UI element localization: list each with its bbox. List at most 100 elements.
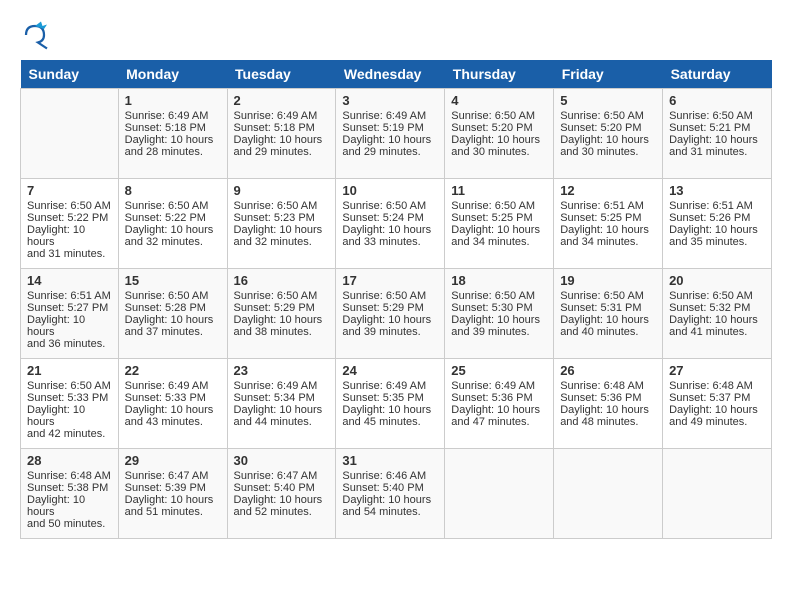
day-number: 17 [342, 273, 438, 288]
day-number: 11 [451, 183, 547, 198]
day-info: Daylight: 10 hours [342, 224, 438, 236]
day-number: 30 [234, 453, 330, 468]
page-header [20, 20, 772, 50]
day-info: Daylight: 10 hours [560, 134, 656, 146]
day-info: and 29 minutes. [234, 146, 330, 158]
day-info: and 29 minutes. [342, 146, 438, 158]
day-info: Sunrise: 6:50 AM [234, 200, 330, 212]
calendar-cell [445, 449, 554, 539]
calendar-cell [21, 89, 119, 179]
calendar-cell: 9Sunrise: 6:50 AMSunset: 5:23 PMDaylight… [227, 179, 336, 269]
calendar-cell: 22Sunrise: 6:49 AMSunset: 5:33 PMDayligh… [118, 359, 227, 449]
day-info: Sunset: 5:18 PM [125, 122, 221, 134]
calendar-cell: 17Sunrise: 6:50 AMSunset: 5:29 PMDayligh… [336, 269, 445, 359]
day-info: and 54 minutes. [342, 506, 438, 518]
day-info: Daylight: 10 hours [27, 314, 112, 338]
weekday-header-tuesday: Tuesday [227, 60, 336, 89]
day-info: Sunrise: 6:49 AM [125, 380, 221, 392]
day-info: and 43 minutes. [125, 416, 221, 428]
day-info: Sunset: 5:37 PM [669, 392, 765, 404]
day-number: 13 [669, 183, 765, 198]
day-number: 10 [342, 183, 438, 198]
day-number: 21 [27, 363, 112, 378]
calendar-cell: 28Sunrise: 6:48 AMSunset: 5:38 PMDayligh… [21, 449, 119, 539]
day-info: and 47 minutes. [451, 416, 547, 428]
day-info: Sunrise: 6:51 AM [669, 200, 765, 212]
day-info: Sunset: 5:36 PM [560, 392, 656, 404]
day-info: and 37 minutes. [125, 326, 221, 338]
day-info: Daylight: 10 hours [234, 494, 330, 506]
day-number: 25 [451, 363, 547, 378]
day-info: Sunset: 5:21 PM [669, 122, 765, 134]
day-info: Sunset: 5:22 PM [27, 212, 112, 224]
calendar-cell: 6Sunrise: 6:50 AMSunset: 5:21 PMDaylight… [663, 89, 772, 179]
day-info: Sunset: 5:30 PM [451, 302, 547, 314]
day-info: Daylight: 10 hours [560, 404, 656, 416]
day-info: Sunset: 5:33 PM [125, 392, 221, 404]
weekday-header-saturday: Saturday [663, 60, 772, 89]
calendar-cell: 14 Sunrise: 6:51 AMSunset: 5:27 PMDayligh… [21, 269, 119, 359]
day-info: Daylight: 10 hours [125, 224, 221, 236]
day-info: and 48 minutes. [560, 416, 656, 428]
day-info: Sunset: 5:27 PM [27, 302, 112, 314]
calendar-cell: 10Sunrise: 6:50 AMSunset: 5:24 PMDayligh… [336, 179, 445, 269]
logo-icon [20, 20, 50, 50]
day-info: Daylight: 10 hours [234, 314, 330, 326]
day-info: Sunrise: 6:50 AM [125, 200, 221, 212]
day-info: Sunrise: 6:49 AM [234, 380, 330, 392]
day-info: Sunrise: 6:49 AM [342, 110, 438, 122]
day-info: Sunrise: 6:50 AM [669, 110, 765, 122]
day-info: Daylight: 10 hours [342, 494, 438, 506]
day-info: Daylight: 10 hours [234, 404, 330, 416]
day-info: and 33 minutes. [342, 236, 438, 248]
day-info: Sunrise: 6:51 AM [27, 290, 112, 302]
day-info: Sunrise: 6:50 AM [560, 110, 656, 122]
day-info: Daylight: 10 hours [125, 314, 221, 326]
day-info: Sunset: 5:25 PM [560, 212, 656, 224]
calendar-week-4: 21Sunrise: 6:50 AMSunset: 5:33 PMDayligh… [21, 359, 772, 449]
day-info: Daylight: 10 hours [451, 314, 547, 326]
day-info: Sunrise: 6:49 AM [342, 380, 438, 392]
calendar-table: SundayMondayTuesdayWednesdayThursdayFrid… [20, 60, 772, 539]
day-number: 5 [560, 93, 656, 108]
calendar-cell: 12Sunrise: 6:51 AMSunset: 5:25 PMDayligh… [554, 179, 663, 269]
day-info: Sunrise: 6:50 AM [451, 110, 547, 122]
calendar-cell: 7Sunrise: 6:50 AMSunset: 5:22 PMDaylight… [21, 179, 119, 269]
day-info: Sunrise: 6:48 AM [560, 380, 656, 392]
day-info: Daylight: 10 hours [125, 494, 221, 506]
day-info: Sunrise: 6:49 AM [234, 110, 330, 122]
day-number: 7 [27, 183, 112, 198]
calendar-cell: 18Sunrise: 6:50 AMSunset: 5:30 PMDayligh… [445, 269, 554, 359]
day-number: 9 [234, 183, 330, 198]
day-number: 4 [451, 93, 547, 108]
day-number: 23 [234, 363, 330, 378]
day-number: 1 [125, 93, 221, 108]
calendar-cell: 24Sunrise: 6:49 AMSunset: 5:35 PMDayligh… [336, 359, 445, 449]
day-info: and 52 minutes. [234, 506, 330, 518]
day-number: 15 [125, 273, 221, 288]
day-number: 27 [669, 363, 765, 378]
calendar-body: 1Sunrise: 6:49 AMSunset: 5:18 PMDaylight… [21, 89, 772, 539]
calendar-cell: 21Sunrise: 6:50 AMSunset: 5:33 PMDayligh… [21, 359, 119, 449]
day-info: Sunset: 5:40 PM [234, 482, 330, 494]
day-number: 26 [560, 363, 656, 378]
calendar-cell: 27Sunrise: 6:48 AMSunset: 5:37 PMDayligh… [663, 359, 772, 449]
calendar-week-5: 28Sunrise: 6:48 AMSunset: 5:38 PMDayligh… [21, 449, 772, 539]
day-info: and 39 minutes. [342, 326, 438, 338]
day-info: Daylight: 10 hours [342, 404, 438, 416]
day-number: 14 [27, 273, 112, 288]
day-info: Sunset: 5:18 PM [234, 122, 330, 134]
day-info: and 32 minutes. [234, 236, 330, 248]
day-info: and 42 minutes. [27, 428, 112, 440]
day-info: Sunset: 5:20 PM [560, 122, 656, 134]
calendar-cell [663, 449, 772, 539]
day-info: and 51 minutes. [125, 506, 221, 518]
day-info: and 34 minutes. [451, 236, 547, 248]
day-info: Sunrise: 6:47 AM [234, 470, 330, 482]
day-info: Daylight: 10 hours [669, 314, 765, 326]
day-info: Sunset: 5:32 PM [669, 302, 765, 314]
calendar-header-row: SundayMondayTuesdayWednesdayThursdayFrid… [21, 60, 772, 89]
day-info: Sunrise: 6:48 AM [27, 470, 112, 482]
calendar-cell: 16Sunrise: 6:50 AMSunset: 5:29 PMDayligh… [227, 269, 336, 359]
day-info: Sunset: 5:23 PM [234, 212, 330, 224]
